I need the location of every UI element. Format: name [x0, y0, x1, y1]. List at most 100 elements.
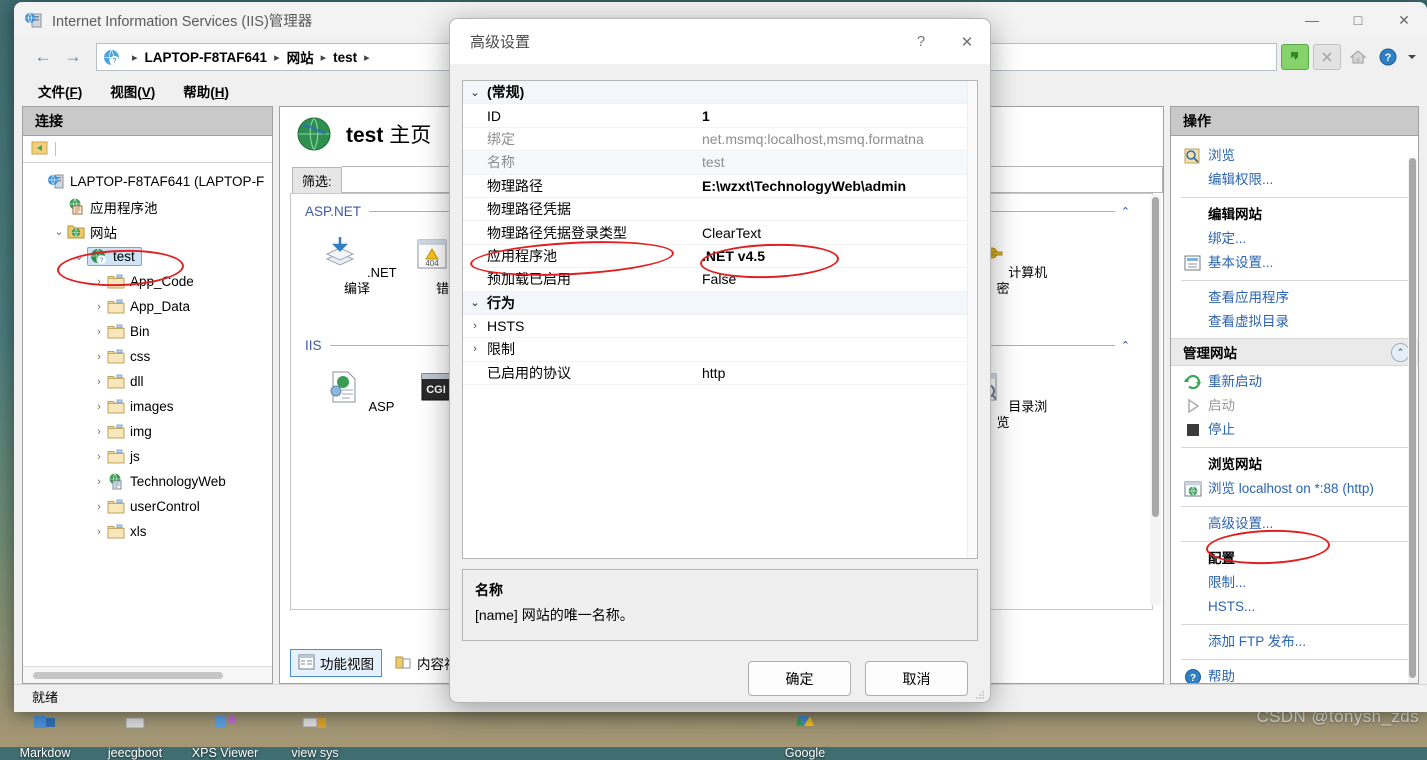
tree-node-content[interactable]: LAPTOP-F8TAF641 (LAPTOP-F [47, 173, 264, 190]
tree-node-test[interactable]: ⌄? test [27, 244, 272, 269]
chevron-right-icon[interactable]: › [91, 401, 107, 413]
desktop-icon[interactable]: jeecgboot [92, 714, 178, 760]
chevron-up-icon[interactable]: ⌃ [1121, 205, 1130, 218]
chevron-right-icon[interactable]: › [91, 451, 107, 463]
connections-hscrollbar[interactable] [23, 666, 272, 683]
chevron-right-icon[interactable]: › [91, 501, 107, 513]
chevron-right-icon[interactable]: › [91, 376, 107, 388]
property-value[interactable]: E:\wzxt\TechnologyWeb\admin [702, 178, 977, 194]
tree-node-content[interactable]: TechnologyWeb [107, 473, 226, 490]
action-view-virtual-directories[interactable]: 查看虚拟目录 [1171, 310, 1418, 334]
cancel-button[interactable]: 取消 [865, 661, 968, 696]
tree-node-bin[interactable]: › Bin [27, 319, 272, 344]
tree-node-[interactable]: ⌄ 网站 [27, 219, 272, 244]
action-restart[interactable]: 重新启动 [1171, 370, 1418, 394]
property-row[interactable]: 名称 test [463, 151, 977, 175]
tree-node-content[interactable]: images [107, 398, 174, 415]
property-row[interactable]: 已启用的协议 http [463, 362, 977, 386]
tab-features-view[interactable]: 功能视图 [290, 649, 382, 677]
home-icon[interactable] [1345, 45, 1371, 69]
menu-file[interactable]: 文件(F) [38, 81, 82, 101]
actions-scrollbar[interactable] [1408, 158, 1417, 683]
tree-node-content[interactable]: ? test [87, 247, 142, 266]
chevron-right-icon[interactable]: › [463, 320, 487, 332]
property-row[interactable]: › 限制 [463, 338, 977, 362]
action-help[interactable]: ? 帮助 [1171, 665, 1418, 683]
chevron-down-icon[interactable]: ⌄ [51, 225, 67, 238]
properties-scrollbar[interactable] [967, 81, 977, 558]
tree-node-app-code[interactable]: › App_Code [27, 269, 272, 294]
help-icon[interactable]: ? [1375, 45, 1401, 69]
tree-node-laptop-f8taf641-laptop-f[interactable]: LAPTOP-F8TAF641 (LAPTOP-F [27, 169, 272, 194]
tree-node-img[interactable]: › img [27, 419, 272, 444]
tree-node-technologyweb[interactable]: › TechnologyWeb [27, 469, 272, 494]
action-limits[interactable]: 限制... [1171, 571, 1418, 595]
chevron-right-icon[interactable]: › [463, 343, 487, 355]
center-scroll-thumb[interactable] [1152, 197, 1159, 517]
property-row[interactable]: 应用程序池 .NET v4.5 [463, 245, 977, 269]
action-advanced-settings[interactable]: 高级设置... [1171, 512, 1418, 536]
property-row[interactable]: 物理路径凭据 [463, 198, 977, 222]
tree-node-images[interactable]: › images [27, 394, 272, 419]
property-row[interactable]: 物理路径 E:\wzxt\TechnologyWeb\admin [463, 175, 977, 198]
connections-tree[interactable]: LAPTOP-F8TAF641 (LAPTOP-F 应用程序池 ⌄ 网站 ⌄? test ›… [23, 163, 272, 666]
chevron-right-icon[interactable]: › [91, 301, 107, 313]
menu-view[interactable]: 视图(V) [110, 81, 155, 101]
forward-button[interactable]: → [58, 44, 88, 70]
property-row[interactable]: 物理路径凭据登录类型 ClearText [463, 221, 977, 245]
tree-node-usercontrol[interactable]: › userControl [27, 494, 272, 519]
feature-asp[interactable]: ASP [311, 367, 403, 432]
chevron-down-icon[interactable]: ⌄ [71, 250, 87, 263]
breadcrumb-item-test[interactable]: test [333, 50, 357, 65]
tree-node-js[interactable]: › js [27, 444, 272, 469]
dialog-help-button[interactable]: ? [898, 19, 944, 64]
ok-button[interactable]: 确定 [748, 661, 851, 696]
connect-server-icon[interactable] [31, 139, 49, 159]
breadcrumb-item-server[interactable]: LAPTOP-F8TAF641 [145, 50, 268, 65]
property-row[interactable]: 绑定 net.msmq:localhost,msmq.formatna [463, 128, 977, 152]
menu-help[interactable]: 帮助(H) [183, 81, 229, 101]
center-scrollbar[interactable] [1150, 195, 1161, 605]
back-button[interactable]: ← [28, 44, 58, 70]
action-view-applications[interactable]: 查看应用程序 [1171, 286, 1418, 310]
tree-node-content[interactable]: xls [107, 523, 147, 540]
chevron-up-icon[interactable]: ⌃ [1121, 339, 1130, 352]
tree-node-content[interactable]: js [107, 448, 140, 465]
resize-grip[interactable] [975, 688, 985, 699]
chevron-down-icon[interactable]: ⌄ [463, 86, 487, 99]
properties-grid[interactable]: ⌄ (常规) ID 1 绑定 net.msmq:localhost,msmq.format… [462, 80, 978, 559]
desktop-icon[interactable]: Google [762, 714, 848, 760]
chevron-right-icon[interactable]: › [91, 426, 107, 438]
property-row[interactable]: › HSTS [463, 315, 977, 339]
breadcrumb-item-sites[interactable]: 网站 [287, 47, 314, 67]
close-button[interactable]: ✕ [1381, 2, 1427, 38]
action-add-ftp-publishing[interactable]: 添加 FTP 发布... [1171, 630, 1418, 654]
property-value[interactable]: test [702, 154, 977, 170]
tree-node-[interactable]: 应用程序池 [27, 194, 272, 219]
refresh-icon[interactable] [1281, 44, 1309, 70]
tree-node-content[interactable]: Bin [107, 323, 150, 340]
desktop-icon[interactable]: XPS Viewer [182, 714, 268, 760]
action-browse-localhost[interactable]: 浏览 localhost on *:88 (http) [1171, 477, 1418, 501]
hscroll-thumb[interactable] [33, 672, 223, 679]
action-stop[interactable]: 停止 [1171, 418, 1418, 442]
chevron-right-icon[interactable]: › [91, 276, 107, 288]
tree-node-content[interactable]: 网站 [67, 222, 117, 242]
property-value[interactable]: 1 [702, 108, 977, 124]
tree-node-content[interactable]: userControl [107, 498, 200, 515]
desktop-icon[interactable]: view sys [272, 714, 358, 760]
chevron-right-icon[interactable]: › [91, 476, 107, 488]
tree-node-content[interactable]: App_Code [107, 273, 194, 290]
property-row[interactable]: ⌄ 行为 [463, 291, 977, 315]
tree-node-content[interactable]: dll [107, 373, 144, 390]
tree-node-content[interactable]: css [107, 348, 150, 365]
chevron-right-icon[interactable]: › [91, 326, 107, 338]
tree-node-content[interactable]: 应用程序池 [67, 197, 158, 217]
tree-node-xls[interactable]: › xls [27, 519, 272, 544]
property-value[interactable]: .NET v4.5 [702, 248, 977, 264]
feature-net-compile[interactable]: .NET 编译 [311, 233, 403, 298]
property-value[interactable]: http [702, 365, 977, 381]
tree-node-content[interactable]: App_Data [107, 298, 190, 315]
tree-node-content[interactable]: img [107, 423, 152, 440]
dialog-close-button[interactable]: ✕ [944, 19, 990, 64]
